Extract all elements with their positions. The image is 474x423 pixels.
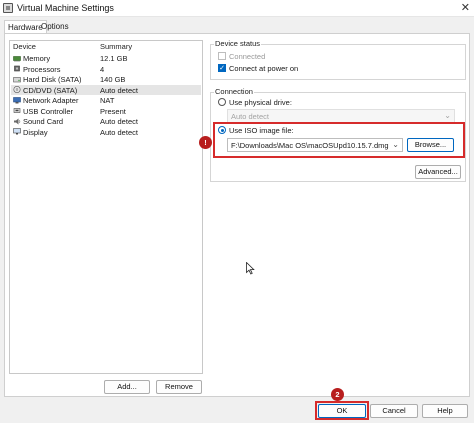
physical-drive-select[interactable]: Auto detect ⌄ [227, 109, 455, 123]
device-list[interactable]: Device Summary Memory 12.1 GB Processors… [9, 40, 203, 374]
device-summary: NAT [100, 96, 115, 105]
connected-label: Connected [229, 52, 266, 61]
browse-button[interactable]: Browse... [407, 138, 454, 152]
device-status-group: Device status [210, 39, 466, 80]
hard-disk-icon [13, 76, 21, 82]
connect-at-power-on-label: Connect at power on [229, 64, 299, 73]
step-marker-1: ! [199, 136, 212, 149]
column-header-summary[interactable]: Summary [100, 42, 132, 51]
device-name: Network Adapter [23, 96, 79, 105]
device-summary: Auto detect [100, 85, 138, 95]
device-summary: 140 GB [100, 75, 126, 84]
device-summary: Present [100, 106, 126, 116]
device-summary: 12.1 GB [100, 54, 128, 63]
device-name: Hard Disk (SATA) [23, 75, 82, 84]
device-name: Display [23, 127, 48, 137]
cancel-button[interactable]: Cancel [370, 404, 418, 418]
device-name: CD/DVD (SATA) [23, 85, 78, 95]
advanced-button[interactable]: Advanced... [415, 165, 461, 179]
iso-path-value: F:\Downloads\Mac OS\macOSUpd10.15.7.dmg [231, 141, 389, 150]
connect-at-power-on-checkbox[interactable]: ✓ [218, 64, 226, 72]
device-name: Processors [23, 64, 61, 74]
mouse-cursor-icon [246, 262, 255, 275]
vm-settings-icon [3, 3, 13, 13]
memory-icon [13, 55, 21, 62]
tab-options[interactable]: Options [38, 20, 72, 34]
iso-path-combobox[interactable]: F:\Downloads\Mac OS\macOSUpd10.15.7.dmg … [227, 138, 403, 152]
device-name: Memory [23, 54, 51, 63]
device-summary: Auto detect [100, 127, 138, 137]
use-physical-drive-label: Use physical drive: [229, 98, 292, 107]
use-iso-image-label: Use ISO image file: [229, 126, 294, 135]
help-button[interactable]: Help [422, 404, 468, 418]
close-icon[interactable]: ✕ [461, 1, 470, 15]
connected-checkbox[interactable] [218, 52, 226, 60]
column-header-device[interactable]: Device [13, 42, 36, 51]
device-row-usb[interactable]: USB Controller Present [11, 106, 201, 117]
remove-device-button[interactable]: Remove [156, 380, 202, 394]
chevron-down-icon[interactable]: ⌄ [392, 140, 399, 149]
display-icon [13, 128, 21, 135]
physical-drive-value: Auto detect [231, 112, 269, 121]
device-row-network[interactable]: Network Adapter NAT [11, 95, 201, 106]
title-bar: Virtual Machine Settings ✕ [0, 0, 474, 17]
chevron-down-icon: ⌄ [444, 111, 451, 120]
connection-title: Connection [214, 87, 254, 96]
step-marker-2: 2 [331, 388, 344, 401]
use-physical-drive-radio[interactable] [218, 98, 226, 106]
device-summary: 4 [100, 64, 105, 74]
cd-dvd-icon [13, 86, 21, 93]
device-row-processors[interactable]: Processors 4 [11, 64, 201, 75]
tab-strip: Hardware Options [0, 20, 474, 34]
window-title: Virtual Machine Settings [17, 3, 114, 13]
device-status-title: Device status [214, 39, 262, 48]
device-summary: Auto detect [100, 117, 138, 126]
sound-icon [14, 118, 21, 124]
device-name: Sound Card [23, 117, 64, 126]
device-row-display[interactable]: Display Auto detect [11, 127, 201, 138]
processor-icon [14, 65, 20, 72]
device-name: USB Controller [23, 106, 74, 116]
ok-button[interactable]: OK [318, 404, 366, 418]
list-header: Device Summary [10, 41, 202, 52]
device-row-cd-dvd[interactable]: CD/DVD (SATA) Auto detect [11, 84, 201, 95]
device-row-memory[interactable]: Memory 12.1 GB [11, 53, 201, 64]
use-iso-image-radio[interactable] [218, 126, 226, 134]
device-row-sound[interactable]: Sound Card Auto detect [11, 116, 201, 127]
usb-icon [13, 108, 21, 113]
device-row-hard-disk[interactable]: Hard Disk (SATA) 140 GB [11, 74, 201, 85]
network-icon [13, 96, 21, 103]
add-device-button[interactable]: Add... [104, 380, 150, 394]
